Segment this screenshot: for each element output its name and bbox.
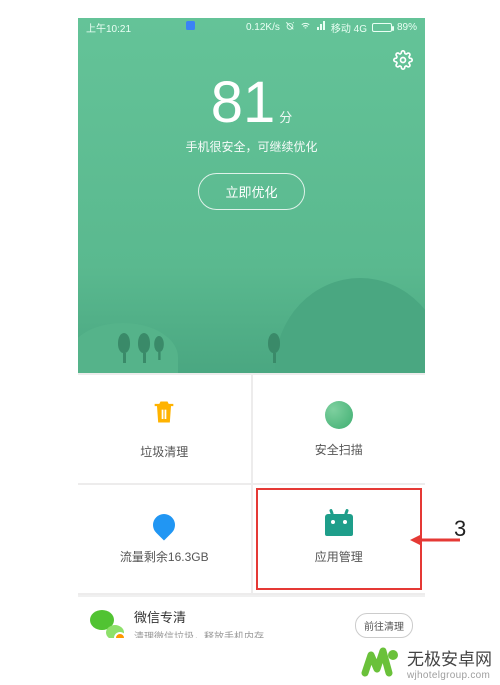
tile-data-usage[interactable]: 流量剩余16.3GB <box>78 485 251 593</box>
annotation-arrow-icon <box>410 530 460 550</box>
status-net-speed: 0.12K/s <box>246 22 280 33</box>
score-unit: 分 <box>279 110 292 125</box>
signal-icon <box>316 21 326 34</box>
android-icon <box>325 514 353 536</box>
watermark-logo-icon <box>361 645 401 681</box>
tile-label: 安全扫描 <box>315 441 363 458</box>
trash-icon <box>150 398 178 431</box>
tile-app-manage[interactable]: 应用管理 <box>253 485 426 593</box>
watermark-name: 无极安卓网 <box>407 645 492 670</box>
status-bar: 上午10:21 0.12K/s 移动 4G 89% <box>78 18 425 36</box>
wifi-icon <box>300 21 311 34</box>
drop-icon <box>149 509 180 540</box>
feature-grid: 垃圾清理 安全扫描 流量剩余16.3GB 应用管理 <box>78 373 425 595</box>
tile-label: 流量剩余16.3GB <box>120 548 209 565</box>
shield-icon <box>325 401 353 429</box>
tile-security-scan[interactable]: 安全扫描 <box>253 375 426 483</box>
wechat-clean-promo[interactable]: 微信专清 清理微信垃圾，释放手机内存 前往清理 <box>78 597 425 638</box>
red-highlight-box <box>256 488 423 590</box>
promo-go-button[interactable]: 前往清理 <box>355 613 413 638</box>
promo-title: 微信专清 <box>134 607 264 626</box>
header-illustration <box>78 263 425 373</box>
promo-subtitle: 清理微信垃圾，释放手机内存 <box>134 628 264 638</box>
status-carrier: 移动 4G <box>331 20 367 35</box>
wechat-clean-icon <box>90 608 124 638</box>
security-header: 上午10:21 0.12K/s 移动 4G 89% <box>78 18 425 373</box>
battery-icon <box>372 23 392 32</box>
settings-button[interactable] <box>393 50 413 70</box>
security-subtitle: 手机很安全，可继续优化 <box>78 138 425 155</box>
tile-trash-clean[interactable]: 垃圾清理 <box>78 375 251 483</box>
security-score: 81 <box>211 74 276 132</box>
watermark: 无极安卓网 wjhotelgroup.com <box>361 645 492 681</box>
status-battery-pct: 89% <box>397 22 417 33</box>
phone-screenshot: 上午10:21 0.12K/s 移动 4G 89% <box>78 18 425 638</box>
tile-label: 垃圾清理 <box>140 443 188 460</box>
status-notification-icon <box>186 21 195 33</box>
status-time: 上午10:21 <box>86 20 131 35</box>
alarm-off-icon <box>285 21 295 34</box>
watermark-url: wjhotelgroup.com <box>407 670 492 681</box>
optimize-button[interactable]: 立即优化 <box>198 173 304 210</box>
tile-label: 应用管理 <box>315 548 363 565</box>
